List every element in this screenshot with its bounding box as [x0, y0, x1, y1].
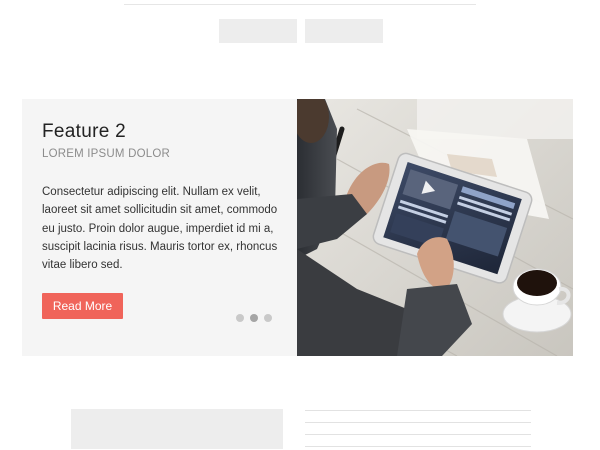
- slide-dot-1[interactable]: [236, 314, 244, 322]
- top-divider: [124, 4, 476, 5]
- feature-card: Feature 2 LOREM IPSUM DOLOR Consectetur …: [22, 99, 573, 356]
- read-more-button[interactable]: Read More: [42, 293, 123, 319]
- placeholder-button-1[interactable]: [219, 19, 297, 43]
- slider-pagination: [236, 314, 272, 322]
- feature-description: Consectetur adipiscing elit. Nullam ex v…: [42, 186, 278, 272]
- person-using-tablet-photo: [297, 99, 573, 356]
- feature-title: Feature 2: [42, 121, 127, 142]
- feature-subtitle: LOREM IPSUM DOLOR: [42, 148, 171, 160]
- feature-photo: [297, 99, 573, 356]
- slide-dot-2[interactable]: [250, 314, 258, 322]
- placeholder-line: [305, 422, 531, 423]
- placeholder-line: [305, 410, 531, 411]
- placeholder-button-2[interactable]: [305, 19, 383, 43]
- placeholder-line: [305, 446, 531, 447]
- feature-text-panel: Feature 2 LOREM IPSUM DOLOR Consectetur …: [22, 99, 298, 356]
- placeholder-line: [305, 434, 531, 435]
- placeholder-image-block: [71, 409, 283, 449]
- slide-dot-3[interactable]: [264, 314, 272, 322]
